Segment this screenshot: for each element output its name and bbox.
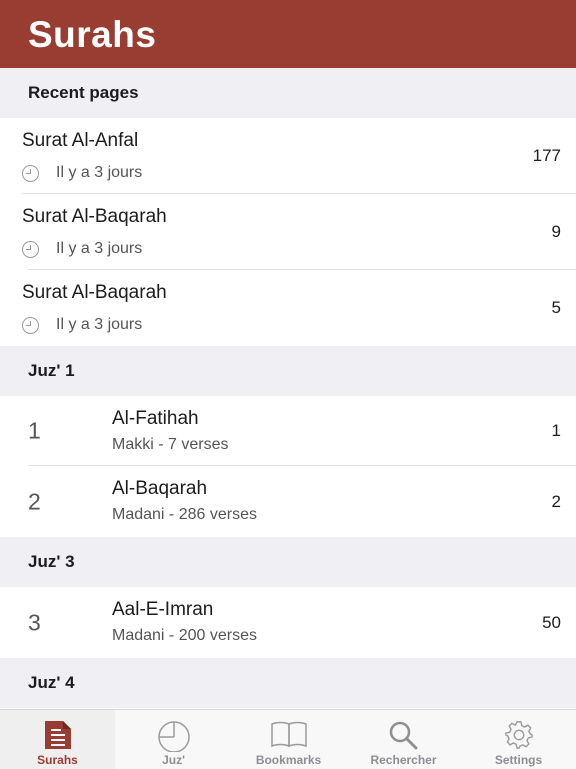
- recent-surah-name: Surat Al-Anfal: [22, 130, 139, 151]
- recent-time: Il y a 3 jours: [56, 316, 143, 333]
- recent-page-number: 177: [532, 146, 561, 165]
- surah-name: Aal-E-Imran: [112, 599, 214, 620]
- recent-surah-name: Surat Al-Baqarah: [22, 206, 167, 227]
- gear-icon: [504, 721, 533, 749]
- recent-page-number: 5: [551, 298, 561, 317]
- recent-page-item[interactable]: Surat Al-Baqarah Il y a 3 jours 5: [0, 270, 576, 346]
- tab-settings[interactable]: Settings: [461, 710, 576, 769]
- pie-chart-icon: [157, 721, 190, 752]
- section-header-label: Juz' 1: [28, 361, 75, 380]
- recent-page-item[interactable]: Surat Al-Baqarah Il y a 3 jours 9: [0, 194, 576, 270]
- section-header-juz-3: Juz' 3: [0, 537, 576, 587]
- surah-row[interactable]: 1 Al-Fatihah Makki - 7 verses 1: [0, 396, 576, 466]
- recent-time: Il y a 3 jours: [56, 164, 143, 181]
- surah-list[interactable]: Recent pages Surat Al-Anfal Il y a 3 jou…: [0, 68, 576, 709]
- surah-number: 2: [28, 488, 41, 514]
- surah-name: Al-Baqarah: [112, 478, 208, 499]
- tab-search[interactable]: Rechercher: [346, 710, 461, 769]
- clock-icon: [22, 316, 39, 334]
- search-icon: [389, 721, 417, 750]
- section-header-label: Juz' 3: [28, 552, 75, 571]
- section-header-label: Juz' 4: [28, 673, 75, 692]
- surah-number: 3: [28, 609, 41, 635]
- surah-name: Al-Fatihah: [112, 408, 199, 429]
- surah-row[interactable]: 3 Aal-E-Imran Madani - 200 verses 50: [0, 587, 576, 658]
- recent-page-number: 9: [551, 222, 561, 241]
- surah-info: Madani - 286 verses: [112, 506, 257, 523]
- recent-time: Il y a 3 jours: [56, 240, 143, 257]
- tab-label: Juz': [162, 753, 185, 767]
- tab-label: Settings: [494, 753, 543, 767]
- surah-page-number: 1: [551, 421, 561, 440]
- recent-page-item[interactable]: Surat Al-Anfal Il y a 3 jours 177: [0, 118, 576, 194]
- section-header-juz-1: Juz' 1: [0, 346, 576, 396]
- tab-surahs[interactable]: Surahs: [0, 710, 115, 769]
- navigation-bar: Surahs: [0, 0, 576, 68]
- tab-bookmarks[interactable]: Bookmarks: [231, 710, 346, 769]
- surah-page-number: 50: [542, 612, 561, 632]
- surah-number: 1: [28, 417, 41, 444]
- surah-info: Madani - 200 verses: [112, 627, 257, 644]
- recent-surah-name: Surat Al-Baqarah: [22, 282, 167, 303]
- clock-icon: [22, 164, 39, 182]
- book-icon: [270, 721, 307, 748]
- section-header-juz-4: Juz' 4: [0, 658, 576, 708]
- tab-bar: Surahs Juz' Bookmarks Rechercher Setting…: [0, 709, 576, 769]
- clock-icon: [22, 240, 39, 258]
- tab-label: Bookmarks: [255, 753, 322, 767]
- tab-label: Rechercher: [370, 753, 437, 767]
- page-title: Surahs: [28, 14, 157, 55]
- section-header-label: Recent pages: [28, 83, 139, 102]
- tab-juz[interactable]: Juz': [116, 710, 231, 769]
- section-header-recent: Recent pages: [0, 68, 576, 118]
- surah-info: Makki - 7 verses: [112, 436, 229, 453]
- surah-page-number: 2: [551, 491, 561, 511]
- surah-row[interactable]: 2 Al-Baqarah Madani - 286 verses 2: [0, 466, 576, 537]
- document-icon: [44, 721, 71, 749]
- tab-label: Surahs: [37, 753, 78, 767]
